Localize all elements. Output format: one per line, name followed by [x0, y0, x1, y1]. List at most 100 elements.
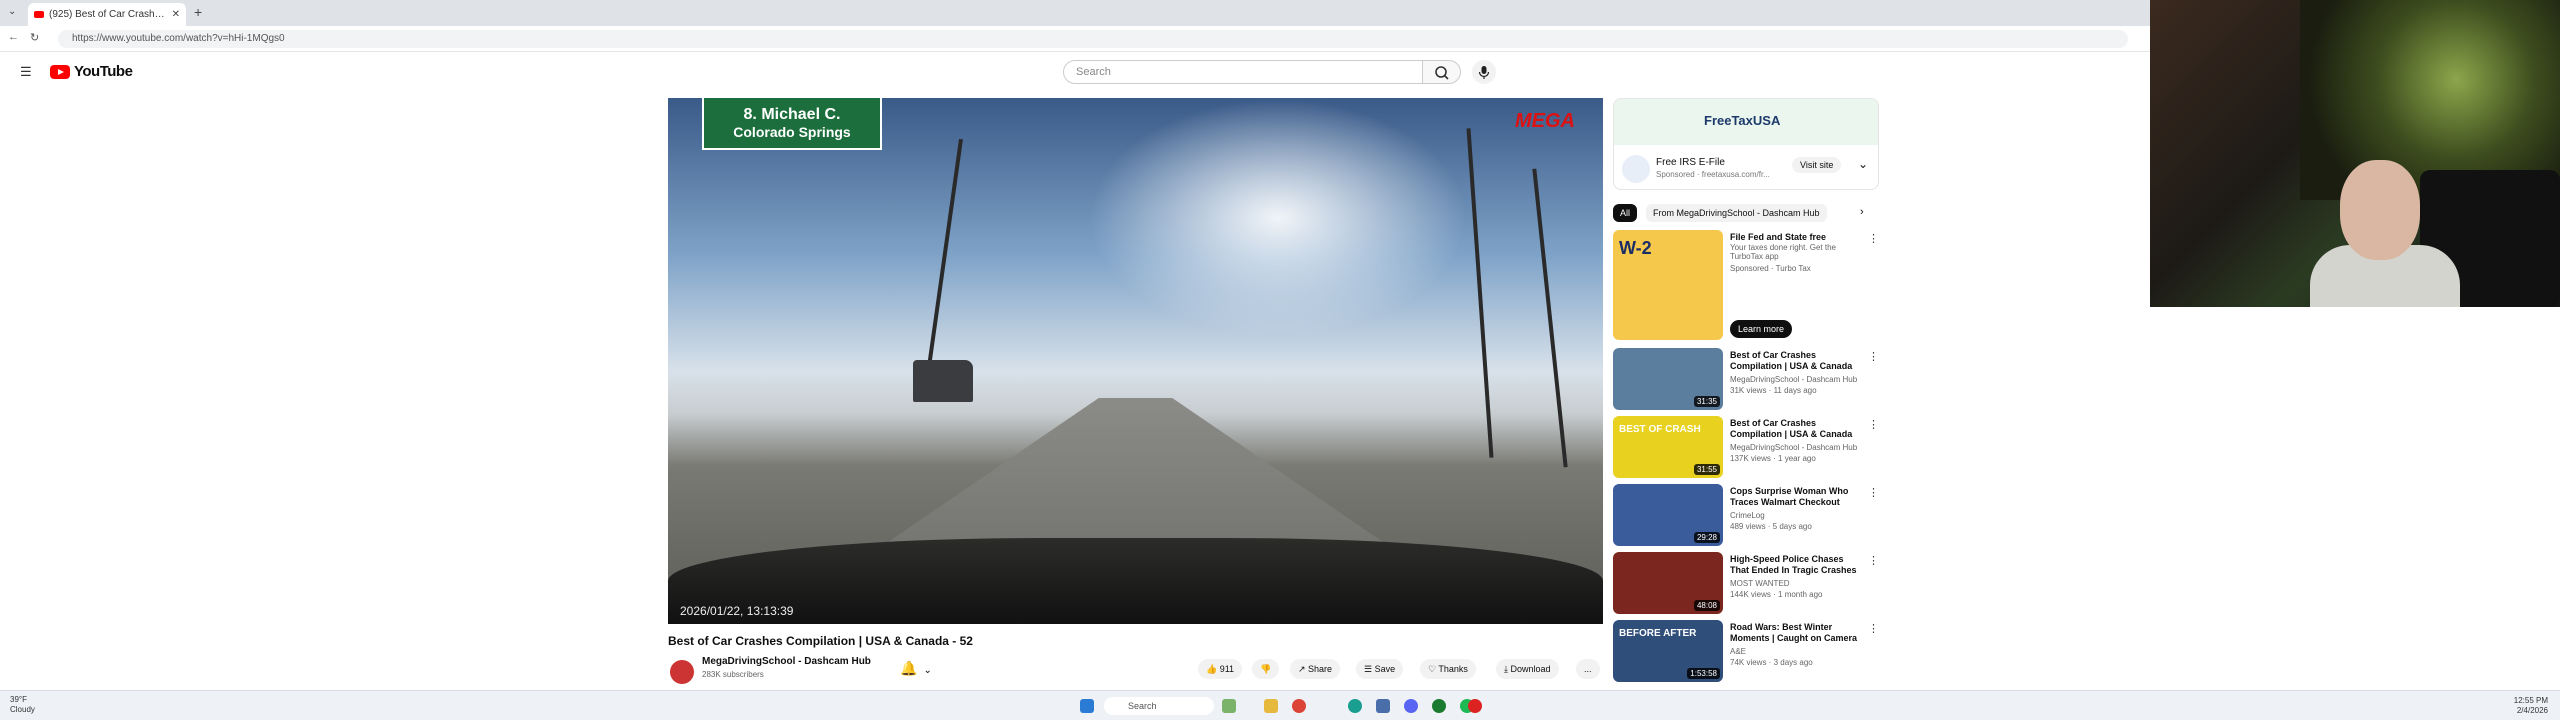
browser-tab-bar: ⌄ (925) Best of Car Crashes Co ✕ +	[0, 0, 2150, 26]
chrome-icon[interactable]	[1292, 699, 1306, 713]
thumbnail-text: BEST OF CRASH	[1619, 424, 1701, 435]
youtube-favicon-icon	[34, 11, 44, 18]
share-label: Share	[1308, 664, 1333, 674]
weather-widget[interactable]: 39°F Cloudy	[10, 695, 35, 715]
more-options-icon[interactable]: ⋮	[1868, 350, 1879, 363]
pickup-truck	[913, 360, 973, 402]
chip-from-channel[interactable]: From MegaDrivingSchool - Dashcam Hub	[1646, 204, 1827, 222]
video-title[interactable]: Best of Car Crashes Compilation | USA & …	[1730, 418, 1865, 440]
more-options-icon[interactable]: ⋮	[1868, 554, 1879, 567]
video-meta: 74K views · 3 days ago	[1730, 658, 1813, 667]
tab-list-chevron-icon[interactable]: ⌄	[8, 6, 16, 17]
thumbnail-text: BEFORE AFTER	[1619, 628, 1697, 639]
chevron-down-icon[interactable]: ⌄	[1858, 157, 1868, 171]
weather-temp: 39°F	[10, 695, 27, 704]
edge-icon[interactable]	[1348, 699, 1362, 713]
thumbnail-text: W-2	[1619, 238, 1652, 258]
video-channel[interactable]: A&E	[1730, 647, 1746, 656]
video-player[interactable]: 8. Michael C. Colorado Springs MEGA 2026…	[668, 98, 1603, 624]
store-icon[interactable]	[1376, 699, 1390, 713]
sign-name: 8. Michael C.	[743, 106, 841, 123]
sidebar-video-item[interactable]: BEST OF CRASH 31:55 Best of Car Crashes Co…	[1613, 416, 1879, 480]
youtube-logo[interactable]: YouTube	[50, 63, 133, 80]
utility-pole	[927, 138, 963, 368]
more-actions-button[interactable]: ...	[1576, 659, 1600, 679]
voice-search-button[interactable]	[1472, 60, 1496, 84]
more-options-icon[interactable]: ⋮	[1868, 622, 1879, 635]
weather-desc: Cloudy	[10, 705, 35, 714]
more-options-icon[interactable]: ⋮	[1868, 418, 1879, 431]
notification-bell-button[interactable]: 🔔 ⌄	[900, 660, 932, 677]
channel-name[interactable]: MegaDrivingSchool - Dashcam Hub	[702, 656, 871, 667]
channel-avatar[interactable]	[670, 660, 694, 684]
xbox-icon[interactable]	[1432, 699, 1446, 713]
back-icon[interactable]: ←	[8, 31, 19, 43]
save-icon: ☰	[1364, 664, 1375, 674]
taskbar-search[interactable]: Search	[1104, 697, 1214, 715]
video-thumbnail[interactable]: W-2	[1613, 230, 1723, 340]
clock-time: 12:55 PM	[2513, 696, 2548, 705]
sidebar-video-item[interactable]: 29:28 Cops Surprise Woman Who Traces Walm…	[1613, 484, 1879, 548]
browser-tab-active[interactable]: (925) Best of Car Crashes Co ✕	[28, 3, 186, 26]
sign-location: Colorado Springs	[733, 124, 851, 140]
video-title[interactable]: File Fed and State free	[1730, 232, 1865, 243]
recorder-icon[interactable]	[1468, 699, 1482, 713]
overlay-sign: 8. Michael C. Colorado Springs	[702, 98, 882, 150]
video-thumbnail[interactable]: 29:28	[1613, 484, 1723, 546]
file-explorer-icon[interactable]	[1264, 699, 1278, 713]
save-button[interactable]: ☰ Save	[1356, 659, 1404, 679]
learn-more-button[interactable]: Learn more	[1730, 320, 1793, 338]
chip-all[interactable]: All	[1613, 204, 1638, 222]
thanks-button[interactable]: ♡ Thanks	[1420, 659, 1476, 679]
video-meta: 489 views · 5 days ago	[1730, 522, 1812, 531]
ad-logo	[1622, 155, 1650, 183]
sidebar-ad[interactable]: FreeTaxUSA Free IRS E-File Sponsored · f…	[1613, 98, 1879, 190]
new-tab-button[interactable]: +	[194, 4, 202, 20]
more-options-icon[interactable]: ⋮	[1868, 486, 1879, 499]
chip-scroll-right-icon[interactable]: ›	[1860, 206, 1864, 218]
share-button[interactable]: ↗ Share	[1290, 659, 1341, 679]
sidebar-video-item[interactable]: 48:08 High-Speed Police Chases That Ended…	[1613, 552, 1879, 616]
more-options-icon[interactable]: ⋮	[1868, 232, 1879, 245]
youtube-logo-text: YouTube	[74, 63, 133, 80]
download-button[interactable]: ⤓ Download	[1496, 659, 1559, 679]
video-thumbnail[interactable]: 31:35	[1613, 348, 1723, 410]
tab-close-icon[interactable]: ✕	[172, 9, 180, 20]
menu-icon[interactable]: ☰	[20, 64, 32, 80]
person-face	[2340, 160, 2420, 260]
video-thumbnail[interactable]: BEFORE AFTER 1:53:58	[1613, 620, 1723, 682]
video-duration: 31:35	[1693, 396, 1720, 407]
reload-icon[interactable]: ↻	[30, 31, 39, 44]
visit-site-button[interactable]: Visit site	[1792, 157, 1842, 173]
microphone-icon	[1478, 66, 1490, 79]
windows-start-icon[interactable]	[1080, 699, 1094, 713]
video-title[interactable]: Road Wars: Best Winter Moments | Caught …	[1730, 622, 1865, 644]
chevron-down-icon: ⌄	[923, 665, 932, 676]
bell-icon: 🔔	[900, 660, 918, 676]
search-button[interactable]	[1423, 60, 1461, 84]
video-channel[interactable]: MegaDrivingSchool - Dashcam Hub	[1730, 375, 1857, 384]
sidebar-video-item[interactable]: 31:35 Best of Car Crashes Compilation | U…	[1613, 348, 1879, 412]
sidebar-video-item[interactable]: W-2 File Fed and State free Your taxes don…	[1613, 230, 1879, 340]
sidebar-video-item[interactable]: BEFORE AFTER 1:53:58 Road Wars: Best Winte…	[1613, 620, 1879, 684]
video-title[interactable]: Cops Surprise Woman Who Traces Walmart C…	[1730, 486, 1865, 508]
discord-icon[interactable]	[1404, 699, 1418, 713]
webcam-overlay	[2150, 0, 2560, 307]
dislike-button[interactable]: 👎	[1252, 659, 1280, 679]
video-thumbnail[interactable]: BEST OF CRASH 31:55	[1613, 416, 1723, 478]
video-channel[interactable]: MegaDrivingSchool - Dashcam Hub	[1730, 443, 1857, 452]
search-input[interactable]: Search	[1063, 60, 1423, 84]
video-meta: 137K views · 1 year ago	[1730, 454, 1816, 463]
like-button[interactable]: 👍 911	[1198, 659, 1243, 679]
video-title[interactable]: High-Speed Police Chases That Ended In T…	[1730, 554, 1865, 576]
subscriber-count: 283K subscribers	[702, 670, 764, 679]
video-channel[interactable]: CrimeLog	[1730, 511, 1765, 520]
widgets-icon[interactable]	[1222, 699, 1236, 713]
video-channel[interactable]: Your taxes done right. Get the TurboTax …	[1730, 243, 1860, 261]
url-field[interactable]: https://www.youtube.com/watch?v=hHi-1MQg…	[58, 30, 2128, 48]
video-thumbnail[interactable]: 48:08	[1613, 552, 1723, 614]
video-title[interactable]: Best of Car Crashes Compilation | USA & …	[1730, 350, 1865, 372]
like-count: 911	[1219, 664, 1235, 674]
video-channel[interactable]: MOST WANTED	[1730, 579, 1790, 588]
system-clock[interactable]: 12:55 PM 2/4/2026	[2514, 696, 2548, 716]
